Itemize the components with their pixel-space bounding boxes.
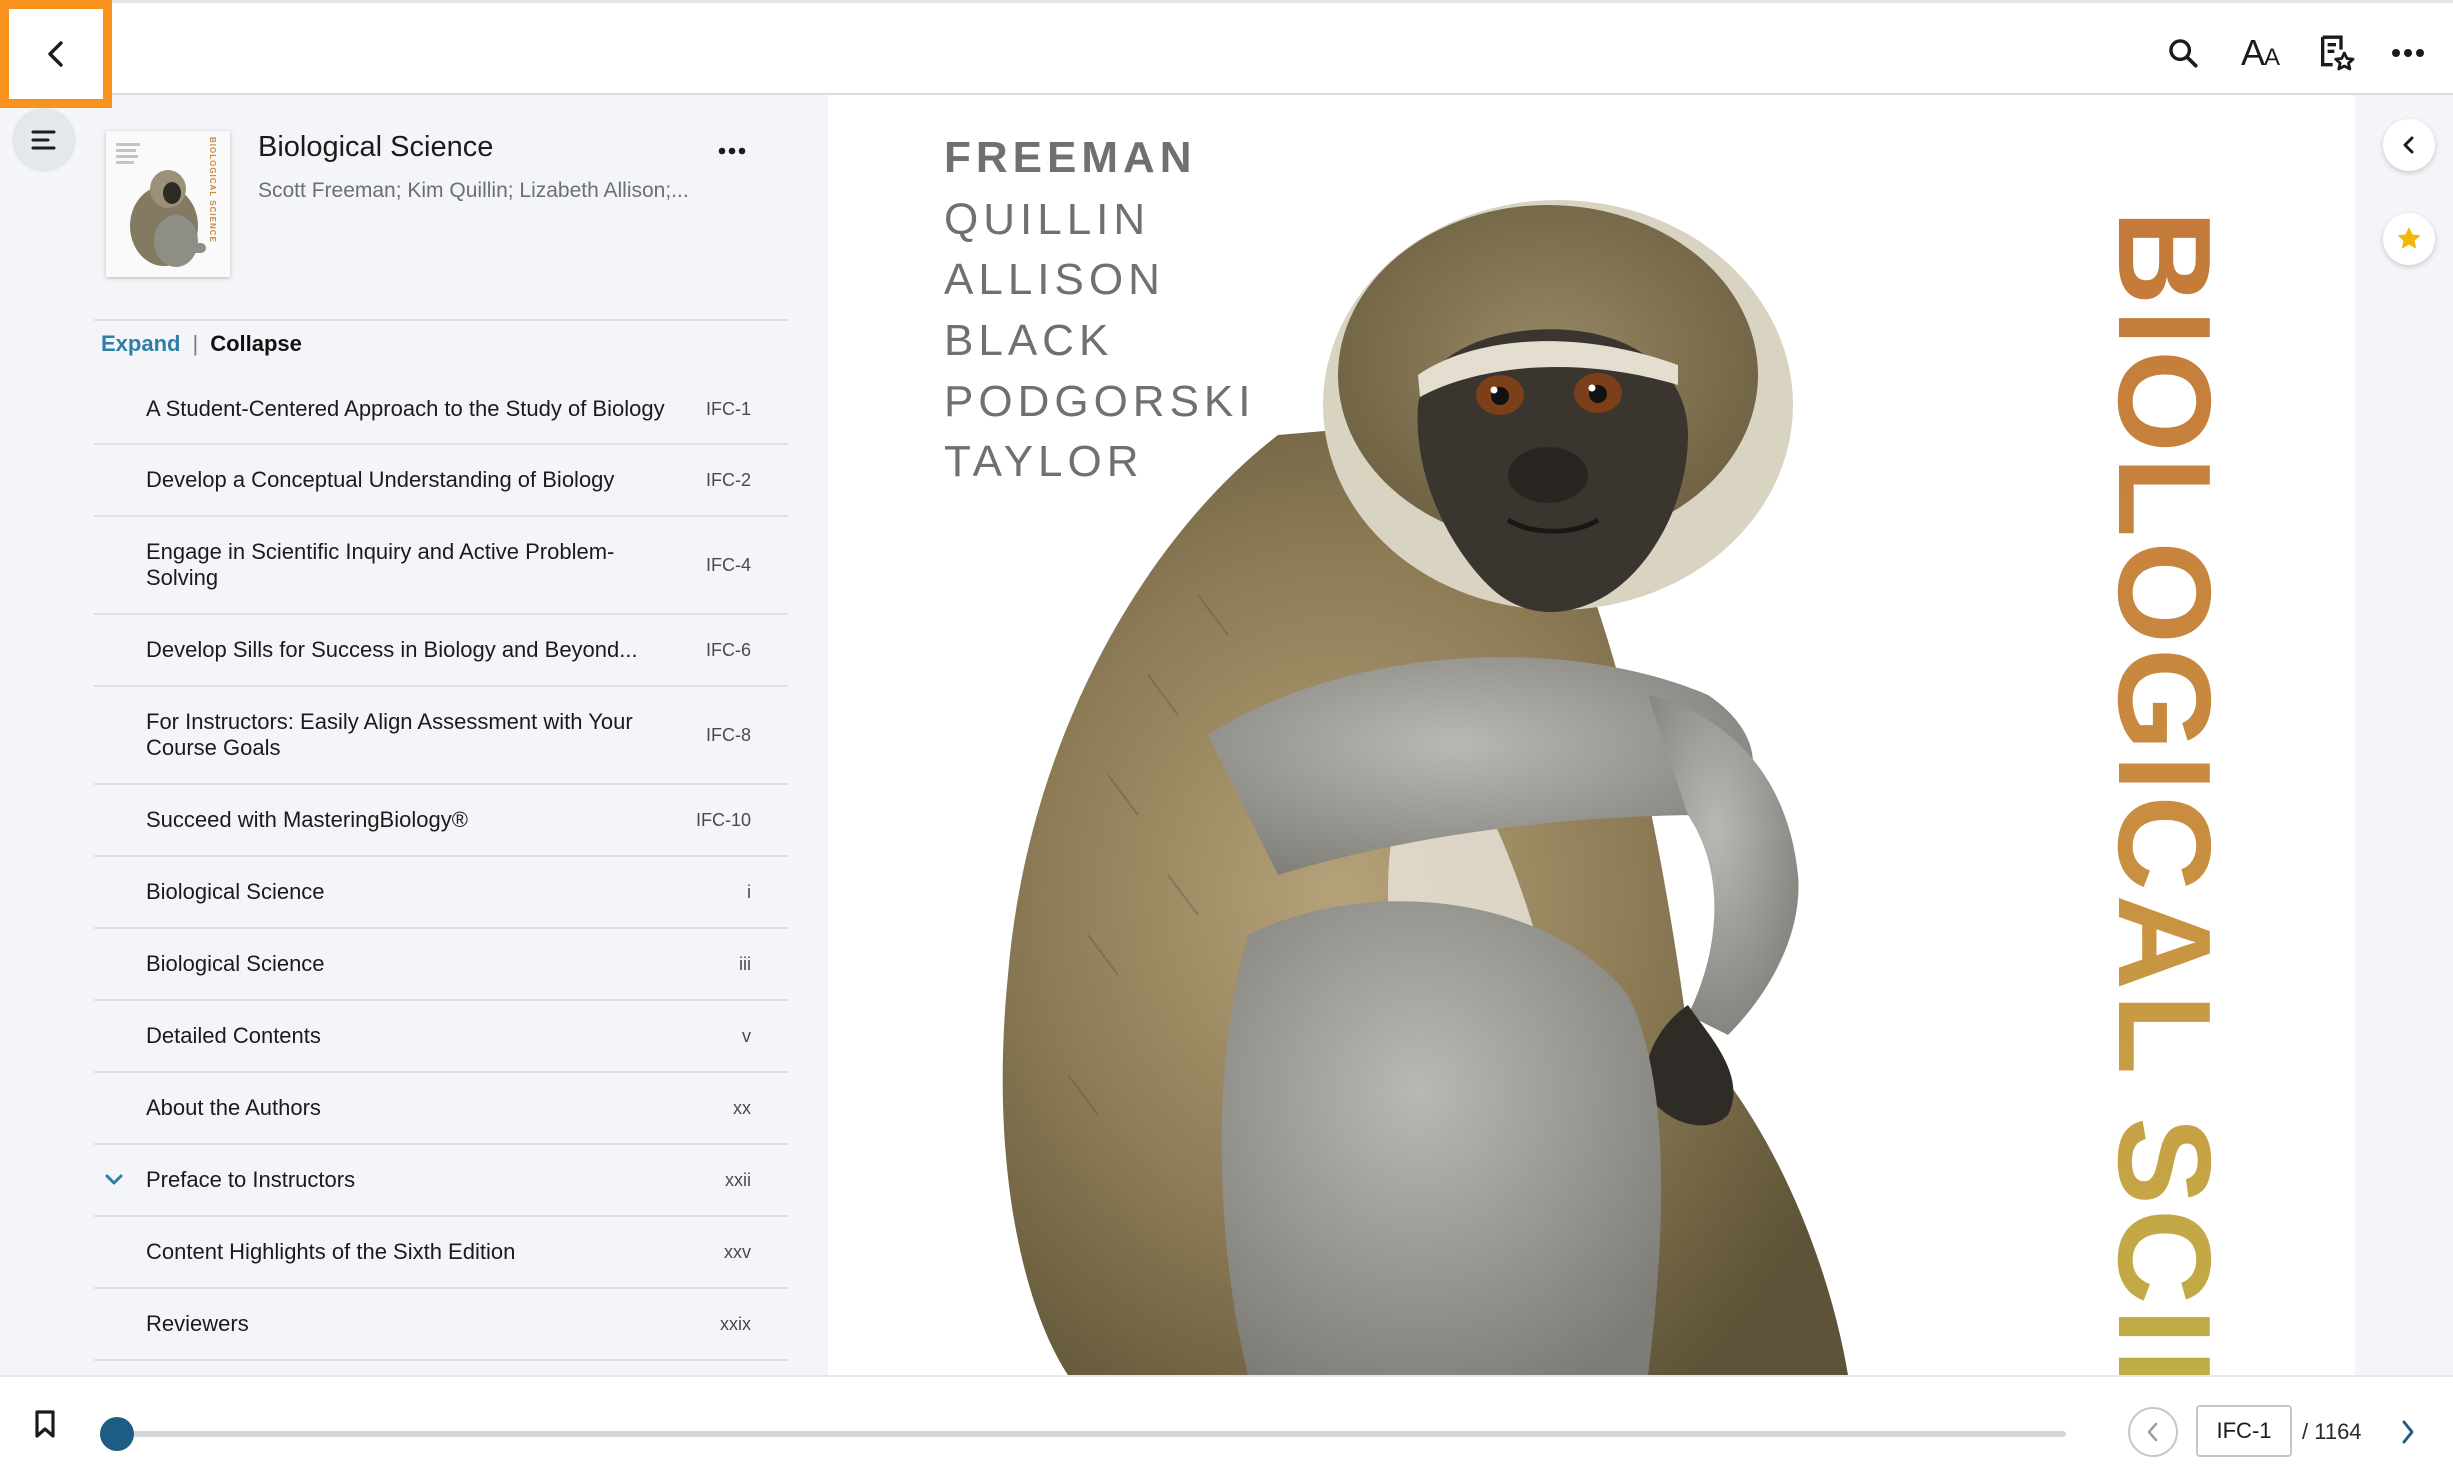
cover-author: PODGORSKI (944, 377, 1256, 426)
bottom-navigation-bar: / 1164 (0, 1375, 2453, 1470)
toc-item[interactable]: A Student-Centered Approach to the Study… (94, 375, 788, 445)
search-icon (2169, 39, 2198, 68)
toc-list: A Student-Centered Approach to the Study… (94, 375, 788, 1361)
toc-item-page: IFC-4 (706, 554, 751, 575)
book-authors: Scott Freeman; Kim Quillin; Lizabeth All… (258, 179, 689, 202)
back-button[interactable] (0, 0, 112, 108)
more-horizontal-icon (2392, 49, 2424, 57)
toc-item-label: Succeed with MasteringBiology® (146, 807, 468, 832)
page-progress-slider[interactable] (118, 1431, 2066, 1437)
right-rail (2355, 95, 2453, 1375)
cover-author: FREEMAN (944, 133, 1197, 182)
toc-item-page: v (742, 1025, 751, 1046)
ebook-reader-app: AA BIOLOGICAL SCIENCE Biological Science… (0, 0, 2453, 1470)
toc-item-page: IFC-10 (695, 809, 751, 830)
toc-item-page: iii (739, 953, 751, 974)
page-total: / 1164 (2302, 1419, 2362, 1444)
toc-item-label: Preface to Instructors (146, 1167, 356, 1192)
toc-item[interactable]: For Instructors: Easily Align Assessment… (94, 687, 788, 785)
book-title: Biological Science (258, 131, 494, 163)
table-of-contents-panel: BIOLOGICAL SCIENCE Biological Science Sc… (0, 95, 828, 1375)
more-options-button[interactable] (2380, 25, 2436, 81)
toc-item-label: Biological Science (146, 879, 325, 904)
cover-author: QUILLIN (944, 195, 1151, 244)
toc-item-page: IFC-2 (706, 469, 751, 490)
font-size-icon: AA (2240, 32, 2280, 73)
expand-all-link[interactable]: Expand (101, 331, 180, 357)
next-page-button[interactable] (2388, 1407, 2428, 1457)
toc-item-label: Develop a Conceptual Understanding of Bi… (146, 467, 615, 492)
toc-item[interactable]: Reviewers xxix (94, 1289, 788, 1361)
favorite-button[interactable] (2383, 213, 2435, 265)
menu-list-icon (31, 130, 56, 150)
collapse-all-link[interactable]: Collapse (210, 331, 302, 357)
divider (94, 319, 788, 321)
toc-item-label: About the Authors (146, 1095, 321, 1120)
book-cover-thumbnail: BIOLOGICAL SCIENCE (106, 131, 230, 277)
search-button[interactable] (2155, 25, 2211, 81)
toc-item-label: Develop Sills for Success in Biology and… (146, 637, 638, 662)
toc-item[interactable]: Succeed with MasteringBiology® IFC-10 (94, 785, 788, 857)
notes-bookmarks-button[interactable] (2308, 25, 2364, 81)
expand-collapse-controls: Expand | Collapse (101, 331, 302, 357)
collapse-panel-button[interactable] (2383, 119, 2435, 171)
chevron-left-icon (48, 41, 63, 67)
toc-item[interactable]: Content Highlights of the Sixth Edition x… (94, 1217, 788, 1289)
book-page-view: FREEMAN QUILLIN ALLISON BLACK PODGORSKI … (828, 95, 2355, 1375)
toc-item[interactable]: Biological Science i (94, 857, 788, 929)
toc-toggle-button[interactable] (12, 108, 76, 172)
toc-item[interactable]: Detailed Contents v (94, 1001, 788, 1073)
toc-item-label: Engage in Scientific Inquiry and Active … (146, 539, 615, 590)
chevron-right-icon (2402, 1420, 2414, 1444)
top-toolbar: AA (0, 0, 2453, 95)
bookmark-list-star-icon (2321, 35, 2355, 71)
toc-item-page: IFC-8 (706, 724, 751, 745)
cover-title-vertical: BIOLOGICAL SCIEN (2089, 210, 2240, 1375)
separator: | (192, 331, 199, 356)
book-more-button[interactable] (700, 131, 764, 171)
page-number-input[interactable] (2196, 1405, 2292, 1457)
toc-item-label: For Instructors: Easily Align Assessment… (146, 709, 633, 760)
toc-item-label: Reviewers (146, 1311, 249, 1336)
toc-item-label: Biological Science (146, 951, 325, 976)
chevron-left-icon (2403, 136, 2414, 154)
toc-item-label: A Student-Centered Approach to the Study… (146, 396, 665, 421)
toc-item[interactable]: Develop a Conceptual Understanding of Bi… (94, 445, 788, 517)
bookmark-button[interactable] (24, 1403, 66, 1445)
progress-slider-thumb[interactable] (100, 1417, 134, 1451)
more-horizontal-icon (718, 147, 746, 155)
toc-item-page: IFC-6 (706, 639, 751, 660)
toc-item-page: i (747, 881, 751, 902)
star-icon (2397, 227, 2421, 249)
toc-item-label: Content Highlights of the Sixth Edition (146, 1239, 516, 1264)
toc-item[interactable]: Develop Sills for Success in Biology and… (94, 615, 788, 687)
bookmark-icon (35, 1410, 55, 1438)
toc-item[interactable]: Engage in Scientific Inquiry and Active … (94, 517, 788, 615)
chevron-down-icon[interactable] (102, 1168, 126, 1192)
toc-item[interactable]: Preface to Instructors xxii (94, 1145, 788, 1217)
cover-author: ALLISON (944, 255, 1165, 304)
chevron-left-icon (2147, 1422, 2158, 1442)
previous-page-button[interactable] (2128, 1407, 2178, 1457)
toc-item-label: Detailed Contents (146, 1023, 321, 1048)
cover-monkey-illustration (1002, 200, 1848, 1375)
toc-item[interactable]: Biological Science iii (94, 929, 788, 1001)
toc-item-page: xxv (724, 1241, 751, 1262)
toc-item-page: IFC-1 (706, 398, 751, 419)
cover-author: BLACK (944, 316, 1114, 365)
toc-item-page: xxii (725, 1169, 751, 1190)
toc-item[interactable]: About the Authors xx (94, 1073, 788, 1145)
toc-item-page: xx (733, 1097, 751, 1118)
cover-author: TAYLOR (944, 437, 1144, 486)
book-cover-spine-text: BIOLOGICAL SCIENCE (208, 137, 217, 243)
font-size-button[interactable]: AA (2232, 25, 2288, 81)
toc-item-page: xxix (720, 1313, 751, 1334)
